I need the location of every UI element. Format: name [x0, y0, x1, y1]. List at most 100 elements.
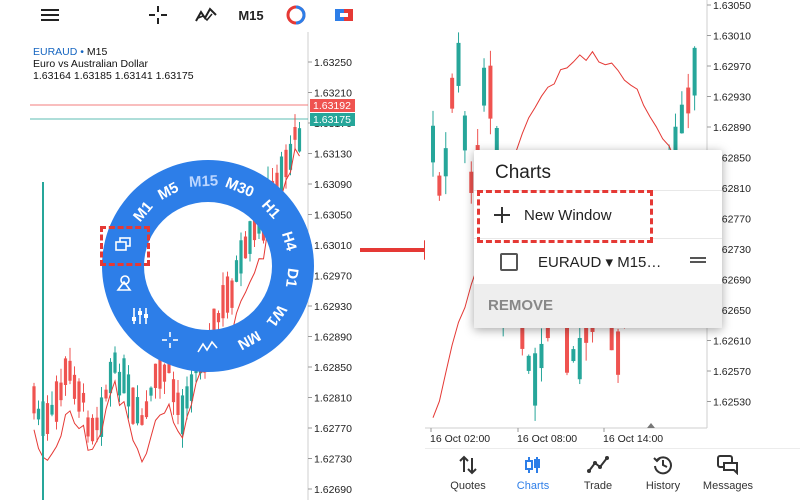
candle-body: [243, 236, 248, 259]
menu-icon[interactable]: [38, 4, 62, 26]
price-axis-label: 1.63250: [314, 57, 352, 69]
nav-quotes[interactable]: Quotes: [433, 455, 503, 492]
candle-body: [297, 128, 302, 152]
candle-body: [526, 355, 531, 371]
trade-icon: [587, 456, 609, 473]
nav-history-label: History: [645, 480, 681, 492]
left-chart-screen: 1.632501.632101.631701.631301.630901.630…: [0, 0, 355, 500]
candle-body: [131, 387, 135, 424]
drag-handle-icon[interactable]: [690, 257, 706, 267]
candle-body: [122, 358, 126, 394]
candle-body: [293, 127, 297, 140]
chart-list-item[interactable]: EURAUD ▾ M15…: [474, 238, 722, 285]
candle-body: [431, 125, 435, 163]
quotes-icon: [459, 455, 477, 475]
price-axis-label: 1.63210: [314, 88, 352, 100]
candle-body: [108, 361, 113, 394]
candle-body: [113, 352, 117, 373]
price-axis-label: 1.62890: [314, 332, 352, 344]
candle-body: [45, 403, 50, 434]
nav-history[interactable]: History: [628, 455, 698, 492]
indicators-icon[interactable]: [193, 4, 219, 26]
time-scroll-marker: [647, 423, 655, 428]
chart-checkbox[interactable]: [500, 253, 518, 271]
price-axis-label: 1.62930: [713, 92, 751, 104]
candle-body: [117, 371, 122, 396]
candle-body: [144, 401, 149, 418]
candle-body: [679, 104, 684, 134]
candle-body: [252, 220, 257, 241]
nav-trade-label: Trade: [583, 480, 613, 492]
candle-body: [104, 389, 108, 399]
highlight-box-new-window-icon: [100, 226, 150, 266]
nav-charts-label: Charts: [516, 480, 550, 492]
candle-body: [54, 381, 59, 422]
symbol-name: EURAUD: [33, 46, 78, 58]
candle-body: [126, 374, 131, 407]
candle-body: [149, 387, 153, 396]
nav-charts[interactable]: Charts: [498, 455, 568, 492]
price-axis-label: 1.62850: [314, 362, 352, 374]
remove-button[interactable]: REMOVE: [488, 297, 553, 314]
price-axis-label: 1.63130: [314, 149, 352, 161]
price-axis-label: 1.63010: [713, 31, 751, 43]
candle-body: [90, 417, 95, 442]
price-axis-label: 1.62810: [314, 393, 352, 405]
candle-body: [63, 358, 68, 385]
new-order-icon[interactable]: [333, 4, 355, 26]
nav-messages[interactable]: Messages: [693, 455, 763, 492]
candle-body: [86, 417, 90, 437]
remove-bar: REMOVE: [474, 284, 722, 328]
candle-body: [533, 353, 538, 406]
highlight-box-new-window: [477, 190, 653, 243]
history-icon: [653, 456, 672, 475]
candle-body: [95, 417, 99, 431]
chart-item-label: EURAUD ▾ M15…: [538, 254, 662, 271]
price-axis-label: 1.63050: [713, 0, 751, 12]
nav-quotes-label: Quotes: [450, 480, 486, 492]
candle-body: [571, 349, 576, 362]
bid-price-tag-text: 1.63192: [313, 100, 351, 112]
candle-body: [162, 364, 167, 382]
candle-body: [437, 175, 442, 196]
candle-body: [32, 386, 36, 414]
price-axis-label: 1.62690: [314, 484, 352, 496]
wheel-timeframe-m15: M15: [189, 172, 219, 191]
candle-body: [216, 313, 221, 323]
candle-body: [135, 397, 140, 424]
candle-body: [248, 221, 252, 254]
time-axis-label: 16 Oct 08:00: [517, 433, 577, 445]
timeframe-button[interactable]: M15: [236, 4, 266, 26]
candle-body: [692, 47, 697, 96]
candle-body: [68, 360, 72, 381]
one-click-trading-icon[interactable]: [285, 4, 307, 26]
price-axis-label: 1.62530: [713, 397, 751, 409]
price-axis-label: 1.62770: [314, 423, 352, 435]
price-axis-label: 1.63010: [314, 240, 352, 252]
price-axis-label: 1.62610: [713, 336, 751, 348]
candle-body: [171, 379, 176, 403]
chart-info: EURAUD • M15 Euro vs Australian Dollar 1…: [33, 46, 194, 82]
candle-body: [59, 382, 63, 401]
candle-body: [221, 285, 225, 319]
messages-icon: [717, 455, 738, 476]
price-axis-label: 1.62570: [713, 366, 751, 378]
price-axis-label: 1.62890: [713, 122, 751, 134]
candle-body: [456, 42, 461, 86]
candle-body: [450, 77, 455, 109]
time-axis-label: 16 Oct 14:00: [603, 433, 663, 445]
nav-messages-label: Messages: [702, 480, 754, 492]
crosshair-icon[interactable]: [146, 4, 170, 26]
candle-body: [616, 331, 621, 375]
time-axis-label: 16 Oct 02:00: [430, 433, 490, 445]
symbol-description: Euro vs Australian Dollar: [33, 58, 148, 70]
candle-body: [443, 148, 448, 177]
last-price-tag-text: 1.63175: [313, 114, 351, 126]
charts-icon: [525, 457, 540, 473]
nav-trade[interactable]: Trade: [563, 455, 633, 492]
candle-body: [72, 374, 77, 399]
wheel-timeframe-d1: D1: [282, 267, 302, 288]
candle-body: [77, 381, 81, 412]
candle-body: [469, 171, 474, 193]
price-axis-label: 1.62730: [314, 454, 352, 466]
